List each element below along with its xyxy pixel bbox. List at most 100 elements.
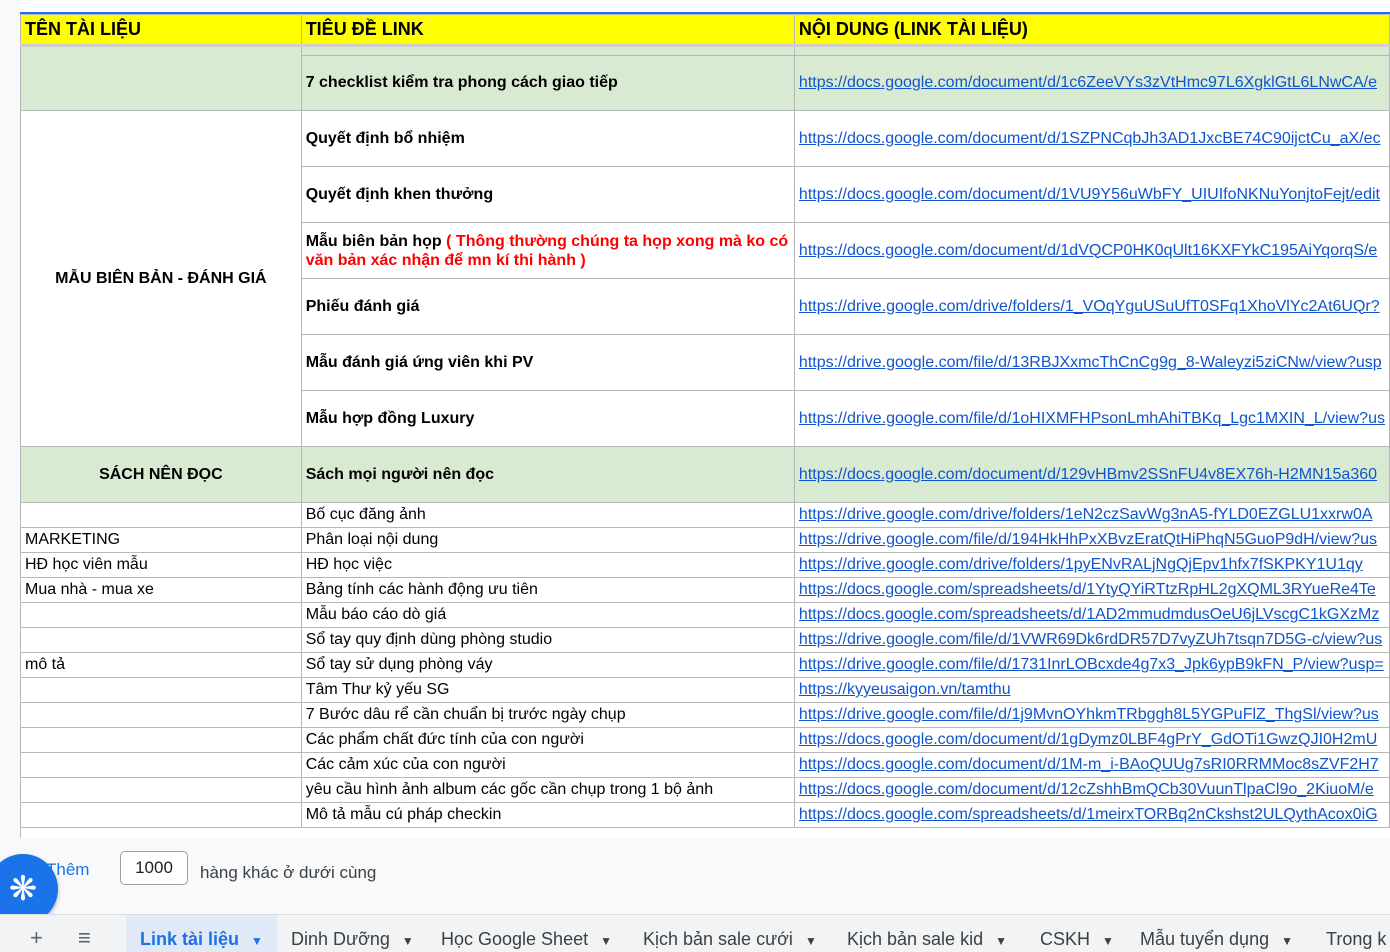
- doc-title-cell[interactable]: Bố cục đăng ảnh: [300, 502, 795, 528]
- doc-link-cell[interactable]: https://docs.google.com/document/d/1c6Ze…: [793, 55, 1390, 111]
- doc-link[interactable]: https://kyyeusaigon.vn/tamthu: [799, 681, 1011, 698]
- doc-title-cell[interactable]: HĐ học việc: [300, 552, 795, 578]
- doc-link[interactable]: https://drive.google.com/file/d/1731InrL…: [799, 656, 1384, 673]
- doc-title-cell[interactable]: Tâm Thư kỷ yếu SG: [300, 677, 795, 703]
- doc-link[interactable]: https://drive.google.com/file/d/1VWR69Dk…: [799, 631, 1382, 648]
- doc-link-cell[interactable]: https://docs.google.com/document/d/12cZs…: [793, 777, 1390, 803]
- cell[interactable]: [793, 44, 1390, 56]
- doc-link-cell[interactable]: https://docs.google.com/document/d/1dVQC…: [793, 222, 1390, 279]
- doc-title-cell[interactable]: 7 Bước dâu rể cần chuẩn bị trước ngày ch…: [300, 702, 795, 728]
- doc-link[interactable]: https://drive.google.com/drive/folders/1…: [799, 556, 1363, 573]
- name-cell[interactable]: [20, 752, 302, 778]
- name-cell[interactable]: mô tả: [20, 652, 302, 678]
- all-sheets-menu-icon[interactable]: ≡: [78, 925, 91, 951]
- doc-title-cell[interactable]: Sổ tay sử dụng phòng váy: [300, 652, 795, 678]
- doc-link-cell[interactable]: https://drive.google.com/drive/folders/1…: [793, 278, 1390, 335]
- doc-link[interactable]: https://docs.google.com/document/d/1dVQC…: [799, 242, 1377, 259]
- doc-link[interactable]: https://docs.google.com/document/d/1M-m_…: [799, 756, 1379, 773]
- tab-label: Trong k: [1326, 929, 1387, 949]
- doc-title-cell[interactable]: Phân loại nội dung: [300, 527, 795, 553]
- name-cell[interactable]: [20, 727, 302, 753]
- cell[interactable]: [300, 44, 795, 56]
- row-number-gutter[interactable]: [0, 0, 21, 838]
- add-sheet-icon[interactable]: +: [30, 925, 43, 951]
- doc-link[interactable]: https://drive.google.com/file/d/1j9MvnOY…: [799, 706, 1379, 723]
- doc-link[interactable]: https://drive.google.com/file/d/194HkHhP…: [799, 531, 1377, 548]
- doc-title-cell[interactable]: Các phẩm chất đức tính của con người: [300, 727, 795, 753]
- doc-link[interactable]: https://drive.google.com/drive/folders/1…: [799, 506, 1373, 523]
- doc-link-cell[interactable]: https://kyyeusaigon.vn/tamthu: [793, 677, 1390, 703]
- tab-dinh-duong[interactable]: Dinh Dưỡng ▼: [277, 915, 428, 952]
- name-cell[interactable]: [20, 702, 302, 728]
- name-cell[interactable]: [20, 602, 302, 628]
- group-cell-empty[interactable]: [20, 44, 302, 111]
- tab-kich-ban-sale-kid[interactable]: Kịch bản sale kid ▼: [833, 915, 1021, 952]
- doc-link-cell[interactable]: https://drive.google.com/drive/folders/1…: [793, 552, 1390, 578]
- name-cell[interactable]: [20, 777, 302, 803]
- doc-link-cell[interactable]: https://docs.google.com/document/d/1SZPN…: [793, 110, 1390, 167]
- tab-hoc-google-sheet[interactable]: Học Google Sheet ▼: [427, 915, 626, 952]
- name-cell[interactable]: [20, 677, 302, 703]
- name-cell[interactable]: Mua nhà - mua xe: [20, 577, 302, 603]
- doc-title-cell[interactable]: Mẫu biên bản họp ( Thông thường chúng ta…: [300, 222, 795, 279]
- doc-link-cell[interactable]: https://docs.google.com/spreadsheets/d/1…: [793, 577, 1390, 603]
- doc-link[interactable]: https://docs.google.com/spreadsheets/d/1…: [799, 581, 1376, 598]
- name-cell[interactable]: [20, 627, 302, 653]
- name-cell[interactable]: [20, 502, 302, 528]
- header-noi-dung[interactable]: NỘI DUNG (LINK TÀI LIỆU): [793, 14, 1390, 47]
- doc-link[interactable]: https://docs.google.com/document/d/129vH…: [799, 466, 1377, 483]
- doc-title-cell[interactable]: Quyết định bổ nhiệm: [300, 110, 795, 167]
- doc-link-cell[interactable]: https://docs.google.com/document/d/1M-m_…: [793, 752, 1390, 778]
- doc-link[interactable]: https://docs.google.com/document/d/1VU9Y…: [799, 186, 1380, 203]
- doc-link-cell[interactable]: https://docs.google.com/spreadsheets/d/1…: [793, 602, 1390, 628]
- doc-link[interactable]: https://docs.google.com/spreadsheets/d/1…: [799, 806, 1378, 823]
- group-bien-ban[interactable]: MẪU BIÊN BẢN - ĐÁNH GIÁ: [20, 110, 302, 447]
- doc-link-cell[interactable]: https://docs.google.com/spreadsheets/d/1…: [793, 802, 1390, 828]
- doc-link[interactable]: https://drive.google.com/file/d/13RBJXxm…: [799, 354, 1382, 371]
- rows-count-input[interactable]: 1000: [120, 851, 188, 885]
- doc-link-cell[interactable]: https://docs.google.com/document/d/1VU9Y…: [793, 166, 1390, 223]
- doc-title-cell[interactable]: 7 checklist kiểm tra phong cách giao tiế…: [300, 55, 795, 111]
- name-cell[interactable]: [20, 802, 302, 828]
- tab-link-tai-lieu[interactable]: Link tài liệu ▼: [126, 915, 277, 952]
- doc-link[interactable]: https://docs.google.com/document/d/1gDym…: [799, 731, 1377, 748]
- doc-title-cell[interactable]: Sổ tay quy định dùng phòng studio: [300, 627, 795, 653]
- doc-link-cell[interactable]: https://drive.google.com/file/d/1oHIXMFH…: [793, 390, 1390, 447]
- doc-link-cell[interactable]: https://drive.google.com/file/d/194HkHhP…: [793, 527, 1390, 553]
- header-ten-tai-lieu[interactable]: TÊN TÀI LIỆU: [20, 14, 302, 47]
- doc-link[interactable]: https://docs.google.com/document/d/1SZPN…: [799, 130, 1381, 147]
- tab-kich-ban-sale-cuoi[interactable]: Kịch bản sale cưới ▼: [629, 915, 831, 952]
- doc-title-cell[interactable]: Bảng tính các hành động ưu tiên: [300, 577, 795, 603]
- doc-link-cell[interactable]: https://drive.google.com/file/d/13RBJXxm…: [793, 334, 1390, 391]
- name-cell[interactable]: MARKETING: [20, 527, 302, 553]
- doc-title-cell[interactable]: Các cảm xúc của con người: [300, 752, 795, 778]
- doc-title-cell[interactable]: Mẫu đánh giá ứng viên khi PV: [300, 334, 795, 391]
- doc-link[interactable]: https://docs.google.com/document/d/1c6Ze…: [799, 74, 1377, 91]
- doc-title-cell[interactable]: Phiếu đánh giá: [300, 278, 795, 335]
- tab-trong-k[interactable]: Trong k: [1312, 915, 1390, 952]
- doc-link-cell[interactable]: https://drive.google.com/file/d/1731InrL…: [793, 652, 1390, 678]
- doc-link-cell[interactable]: https://drive.google.com/drive/folders/1…: [793, 502, 1390, 528]
- doc-title-cell[interactable]: Mẫu hợp đồng Luxury: [300, 390, 795, 447]
- doc-link[interactable]: https://drive.google.com/drive/folders/1…: [799, 298, 1380, 315]
- group-sach[interactable]: SÁCH NÊN ĐỌC: [20, 446, 302, 503]
- doc-link-cell[interactable]: https://docs.google.com/document/d/1gDym…: [793, 727, 1390, 753]
- doc-title-cell[interactable]: Sách mọi người nên đọc: [300, 446, 795, 503]
- header-tieu-de-link[interactable]: TIÊU ĐỀ LINK: [300, 14, 795, 47]
- doc-title-cell[interactable]: yêu cầu hình ảnh album các gốc cần chụp …: [300, 777, 795, 803]
- tab-cskh[interactable]: CSKH ▼: [1026, 915, 1128, 952]
- table-row: Các cảm xúc của con người https://docs.go…: [20, 752, 1390, 778]
- tab-label: Link tài liệu: [140, 929, 240, 949]
- doc-title-cell[interactable]: Quyết định khen thưởng: [300, 166, 795, 223]
- doc-link-cell[interactable]: https://drive.google.com/file/d/1VWR69Dk…: [793, 627, 1390, 653]
- spreadsheet-grid[interactable]: TÊN TÀI LIỆU TIÊU ĐỀ LINK NỘI DUNG (LINK…: [20, 14, 1390, 828]
- doc-link[interactable]: https://docs.google.com/spreadsheets/d/1…: [799, 606, 1379, 623]
- name-cell[interactable]: HĐ học viên mẫu: [20, 552, 302, 578]
- doc-link[interactable]: https://docs.google.com/document/d/12cZs…: [799, 781, 1374, 798]
- doc-title-cell[interactable]: Mẫu báo cáo dò giá: [300, 602, 795, 628]
- doc-link-cell[interactable]: https://docs.google.com/document/d/129vH…: [793, 446, 1390, 503]
- tab-mau-tuyen-dung[interactable]: Mẫu tuyển dụng ▼: [1126, 915, 1307, 952]
- doc-link-cell[interactable]: https://drive.google.com/file/d/1j9MvnOY…: [793, 702, 1390, 728]
- doc-title-cell[interactable]: Mô tả mẫu cú pháp checkin: [300, 802, 795, 828]
- doc-link[interactable]: https://drive.google.com/file/d/1oHIXMFH…: [799, 410, 1385, 427]
